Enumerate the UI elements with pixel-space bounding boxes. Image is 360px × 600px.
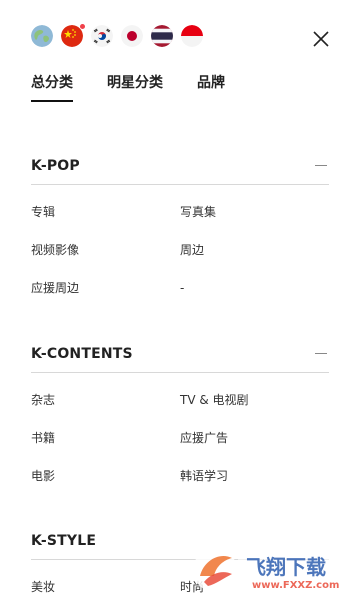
category-item[interactable]: 写真集	[180, 193, 329, 231]
category-item[interactable]: 应援广告	[180, 419, 329, 457]
collapse-icon[interactable]	[315, 165, 327, 166]
category-item[interactable]: 杂志	[31, 381, 180, 419]
category-item[interactable]: 电影	[31, 457, 180, 495]
section-header-kpop[interactable]: K-POP	[31, 147, 329, 185]
collapse-icon[interactable]	[315, 353, 327, 354]
category-grid: 美妆 时尚	[31, 560, 329, 600]
section-kstyle: K-STYLE 美妆 时尚	[31, 522, 329, 600]
korea-flag-icon[interactable]	[91, 25, 113, 47]
tab-brands[interactable]: 品牌	[197, 72, 225, 100]
section-header-kcontents[interactable]: K-CONTENTS	[31, 335, 329, 373]
category-item[interactable]: 专辑	[31, 193, 180, 231]
category-item[interactable]: 应援周边	[31, 269, 180, 307]
section-kpop: K-POP 专辑 写真集 视频影像 周边 应援周边 -	[31, 147, 329, 307]
tab-all-categories[interactable]: 总分类	[31, 72, 73, 102]
section-title: K-CONTENTS	[31, 345, 133, 362]
category-item[interactable]: 韩语学习	[180, 457, 329, 495]
category-grid: 杂志 TV & 电视剧 书籍 应援广告 电影 韩语学习	[31, 373, 329, 495]
category-item[interactable]: 书籍	[31, 419, 180, 457]
section-kcontents: K-CONTENTS 杂志 TV & 电视剧 书籍 应援广告 电影 韩语学习	[31, 335, 329, 495]
notification-dot	[80, 24, 85, 29]
category-item[interactable]: 周边	[180, 231, 329, 269]
tab-star-categories[interactable]: 明星分类	[107, 72, 163, 100]
section-title: K-POP	[31, 157, 80, 174]
category-item[interactable]: 时尚	[180, 568, 329, 600]
indonesia-flag-icon[interactable]	[181, 25, 203, 47]
category-item: -	[180, 281, 185, 295]
close-icon[interactable]	[310, 28, 332, 50]
section-title: K-STYLE	[31, 532, 97, 549]
thailand-flag-icon[interactable]	[151, 25, 173, 47]
globe-icon[interactable]	[31, 25, 53, 47]
category-item[interactable]: TV & 电视剧	[180, 381, 329, 419]
japan-flag-icon[interactable]	[121, 25, 143, 47]
china-flag-icon[interactable]	[61, 24, 85, 47]
category-item[interactable]: 视频影像	[31, 231, 180, 269]
category-grid: 专辑 写真集 视频影像 周边 应援周边 -	[31, 185, 329, 307]
category-tabs: 总分类 明星分类 品牌	[31, 72, 225, 102]
language-flag-row	[31, 24, 203, 47]
section-header-kstyle[interactable]: K-STYLE	[31, 522, 329, 560]
category-item[interactable]: 美妆	[31, 568, 180, 600]
